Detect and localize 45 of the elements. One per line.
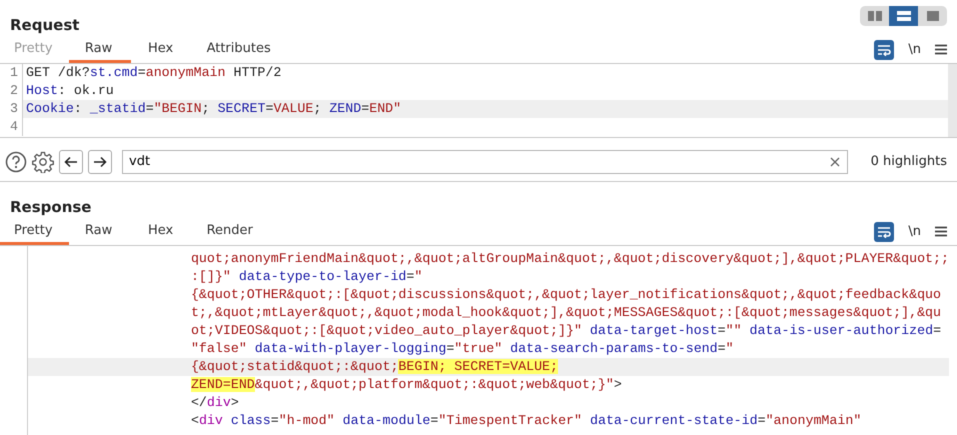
code-line: t;,&quot;mtLayer&quot;,&quot;modal_hook&quot;],&quot;MESSAGES&quot;:[&quot;messages&quot;],&qu — [190, 304, 942, 322]
highlight-count: 0 highlights — [870, 154, 948, 169]
code-line: {&quot;OTHER&quot;:[&quot;discussions&quot;,&quot;layer_notifications&quot;,&quot;feedback&quo — [190, 286, 942, 304]
forward-button[interactable] — [88, 150, 112, 174]
layout-button[interactable] — [889, 6, 918, 26]
clear-icon[interactable] — [830, 156, 840, 166]
help-icon[interactable] — [5, 150, 27, 172]
code-line: :[]}" data-type-to-layer-id=" — [190, 268, 424, 286]
code-line: </div> — [190, 394, 240, 412]
newline-toggle[interactable]: \n — [904, 224, 925, 239]
line-number: 1 — [0, 64, 23, 82]
tab[interactable]: Pretty — [0, 218, 69, 245]
code-line: ot;VIDEOS&quot;:[&quot;video_auto_player&quot;]}" data-target-host="" data-is-user-authorized= — [190, 322, 942, 340]
tab[interactable]: Attributes — [192, 36, 287, 63]
tab[interactable]: Raw — [68, 36, 131, 63]
tab[interactable]: Raw — [68, 218, 131, 245]
code-line: ZEND=END&quot;,&quot;platform&quot;:&quot;web&quot;}"> — [190, 376, 623, 394]
tab[interactable]: Render — [192, 218, 269, 245]
search-field[interactable]: vdt — [122, 150, 848, 174]
code-line: "false" data-with-player-logging="true" data-search-params-to-send=" — [190, 340, 735, 358]
code-line: GET /dk?st.cmd=anonymMain HTTP/2 — [25, 64, 282, 82]
panel-title: Request — [10, 16, 80, 34]
wrap-icon — [877, 226, 892, 238]
settings-icon[interactable] — [32, 150, 54, 172]
columns-icon — [868, 11, 882, 21]
tab[interactable]: Hex — [130, 218, 193, 245]
back-button[interactable] — [59, 150, 83, 174]
menu-icon[interactable] — [935, 226, 947, 237]
line-number: 4 — [0, 118, 23, 136]
word-wrap-button[interactable] — [874, 222, 894, 242]
right-arrow-icon — [93, 156, 107, 168]
code-line: Host: ok.ru — [25, 82, 115, 100]
menu-icon[interactable] — [935, 44, 947, 55]
code-line: <div class="h-mod" data-module="TimespentTracker" data-current-state-id="anonymMain" — [190, 412, 862, 430]
newline-toggle[interactable]: \n — [904, 42, 925, 57]
rows-icon — [896, 11, 910, 21]
tab[interactable]: Hex — [130, 36, 193, 63]
single-pane-icon — [926, 11, 938, 21]
left-arrow-icon — [64, 156, 78, 168]
scrollbar[interactable] — [948, 64, 957, 137]
code-line: quot;anonymFriendMain&quot;,&quot;altGroupMain&quot;,&quot;discovery&quot;],&quot;PLAYER&quot;; — [190, 250, 949, 268]
wrap-icon — [877, 44, 892, 56]
panel-title: Response — [10, 198, 92, 216]
word-wrap-button[interactable] — [874, 40, 894, 60]
line-number: 2 — [0, 82, 23, 100]
